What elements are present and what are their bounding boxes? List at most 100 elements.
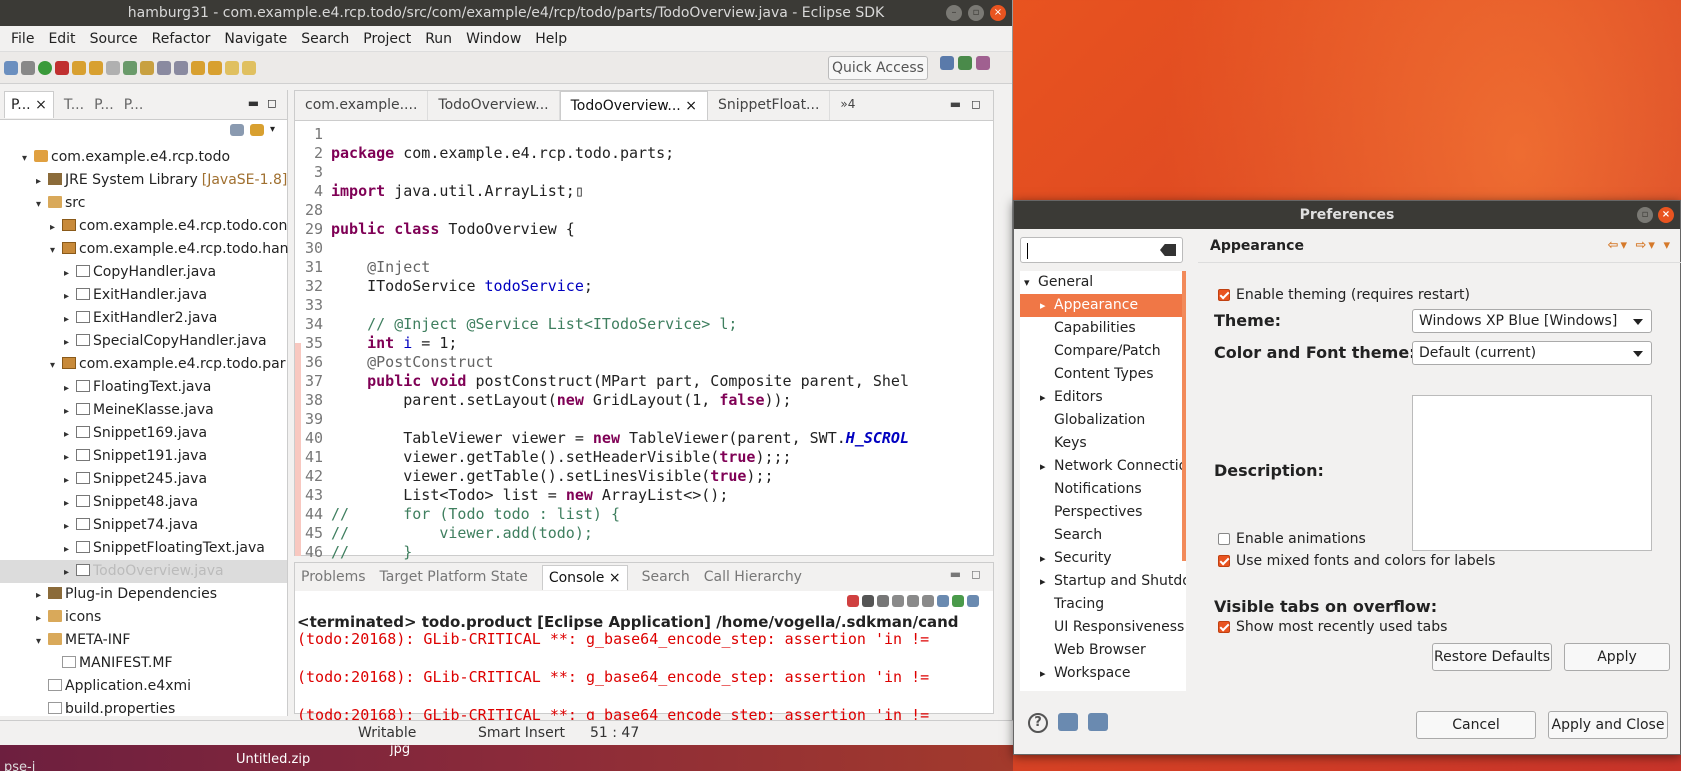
collapsed-arrow-icon[interactable]: ▸	[36, 170, 48, 193]
code-area[interactable]: 1 2 package com.example.e4.rcp.todo.parts…	[295, 121, 993, 562]
tree-item[interactable]: ▾ com.example.e4.rcp.todo	[0, 146, 287, 169]
external-tools-icon[interactable]	[55, 60, 69, 75]
mixed-fonts-checkbox[interactable]: Use mixed fonts and colors for labels	[1218, 553, 1495, 569]
open-folder-icon[interactable]	[89, 60, 103, 75]
tree-item[interactable]: ▾ src	[0, 192, 287, 215]
tree-item[interactable]: build.properties	[0, 698, 287, 721]
tree-item[interactable]: ▾ com.example.e4.rcp.todo.par	[0, 353, 287, 376]
expanded-arrow-icon[interactable]: ▾	[36, 630, 48, 653]
pref-tree-item[interactable]: ▸ Editors	[1020, 386, 1186, 409]
next-annotation-icon[interactable]	[191, 60, 205, 75]
view-menu-icon[interactable]: ▾	[270, 124, 275, 136]
history-nav-icons[interactable]: ⇦▾ ⇨▾ ▾	[1608, 229, 1672, 263]
menu-window[interactable]: Window	[459, 31, 528, 47]
apply-button[interactable]: Apply	[1564, 643, 1670, 671]
expanded-arrow-icon[interactable]: ▾	[50, 354, 62, 377]
pref-tree-item[interactable]: Globalization	[1020, 409, 1186, 432]
tree-item[interactable]: ▸ CopyHandler.java	[0, 261, 287, 284]
pref-tree-item[interactable]: Content Types	[1020, 363, 1186, 386]
pref-tree-item[interactable]: Tracing	[1020, 593, 1186, 616]
pref-tree-item[interactable]: Compare/Patch	[1020, 340, 1186, 363]
collapsed-arrow-icon[interactable]: ▸	[1040, 455, 1054, 478]
maximize-console-icon[interactable]: ◻	[971, 567, 981, 581]
console-output[interactable]: <terminated> todo.product [Eclipse Appli…	[295, 613, 993, 725]
editor-tab-todooverview-1[interactable]: TodoOverview...	[428, 91, 560, 120]
collapsed-arrow-icon[interactable]: ▸	[64, 377, 76, 400]
tab-problems[interactable]: Problems	[301, 569, 366, 585]
expanded-arrow-icon[interactable]: ▾	[22, 147, 34, 170]
tree-item[interactable]: ▸ SpecialCopyHandler.java	[0, 330, 287, 353]
open-console-icon[interactable]	[967, 595, 979, 607]
maximize-icon[interactable]: ▫	[968, 5, 984, 21]
pref-tree-item[interactable]: ▸ Startup and Shutdov	[1020, 570, 1186, 593]
editor-tab-todooverview-active[interactable]: TodoOverview... ×	[559, 91, 708, 120]
tree-item[interactable]: ▸ ExitHandler.java	[0, 284, 287, 307]
tab-console[interactable]: Console ×	[541, 564, 628, 590]
tree-item[interactable]: ▸ TodoOverview.java	[0, 560, 287, 583]
tab-search[interactable]: Search	[642, 569, 690, 585]
editor-tab-manifest[interactable]: com.example....	[295, 91, 429, 120]
collapsed-arrow-icon[interactable]: ▸	[64, 308, 76, 331]
maximize-view-icon[interactable]: ◻	[267, 96, 277, 110]
menu-refactor[interactable]: Refactor	[145, 31, 218, 47]
pref-tree-item[interactable]: Notifications	[1020, 478, 1186, 501]
tree-item[interactable]: ▸ icons	[0, 606, 287, 629]
pref-tree-item[interactable]: Perspectives	[1020, 501, 1186, 524]
close-icon[interactable]: ×	[990, 5, 1006, 21]
annotation-icon[interactable]	[157, 60, 171, 75]
expanded-arrow-icon[interactable]: ▾	[50, 239, 62, 262]
tree-item[interactable]: ▸ Snippet245.java	[0, 468, 287, 491]
tree-item[interactable]: ▸ SnippetFloatingText.java	[0, 537, 287, 560]
collapsed-arrow-icon[interactable]: ▸	[64, 285, 76, 308]
collapsed-arrow-icon[interactable]: ▸	[64, 538, 76, 561]
pref-tree-item[interactable]: UI Responsiveness M	[1020, 616, 1186, 639]
tree-scrollbar[interactable]	[1182, 271, 1186, 561]
cancel-button[interactable]: Cancel	[1416, 711, 1536, 739]
debug-icon[interactable]	[21, 60, 35, 75]
collapsed-arrow-icon[interactable]: ▸	[64, 262, 76, 285]
new-folder-icon[interactable]	[72, 60, 86, 75]
menu-help[interactable]: Help	[528, 31, 574, 47]
toggle-icon[interactable]	[174, 60, 188, 75]
expanded-arrow-icon[interactable]: ▾	[1024, 271, 1038, 294]
forward-icon[interactable]	[242, 60, 256, 75]
collapsed-arrow-icon[interactable]: ▸	[1040, 570, 1054, 593]
collapse-all-icon[interactable]	[229, 124, 244, 136]
display-console-icon[interactable]	[952, 595, 964, 607]
pref-tree-item[interactable]: Search	[1020, 524, 1186, 547]
tree-item[interactable]: MANIFEST.MF	[0, 652, 287, 675]
window-titlebar[interactable]: hamburg31 - com.example.e4.rcp.todo/src/…	[0, 0, 1012, 26]
open-type-icon[interactable]	[123, 60, 137, 75]
menu-edit[interactable]: Edit	[41, 31, 82, 47]
pref-tree-item[interactable]: ▸ Network Connectio	[1020, 455, 1186, 478]
tree-item[interactable]: ▸ Snippet191.java	[0, 445, 287, 468]
collapsed-arrow-icon[interactable]: ▸	[64, 423, 76, 446]
close-icon[interactable]: ×	[1658, 207, 1674, 223]
minimize-view-icon[interactable]: ▬	[248, 96, 259, 110]
collapsed-arrow-icon[interactable]: ▸	[50, 216, 62, 239]
java-perspective-icon[interactable]	[958, 56, 972, 70]
filter-input[interactable]	[1020, 237, 1183, 263]
pref-tree-item[interactable]: ▸ Security	[1020, 547, 1186, 570]
pref-tree-item[interactable]: ▸ Workspace	[1020, 662, 1186, 685]
preferences-titlebar[interactable]: Preferences ▫ ×	[1014, 201, 1680, 229]
terminate-icon[interactable]	[847, 595, 859, 607]
link-editor-icon[interactable]	[249, 124, 264, 136]
menu-project[interactable]: Project	[356, 31, 418, 47]
maximize-editor-icon[interactable]: ◻	[971, 97, 981, 111]
export-icon[interactable]	[1088, 713, 1108, 731]
tree-item[interactable]: ▸ ExitHandler2.java	[0, 307, 287, 330]
tree-item[interactable]: ▸ com.example.e4.rcp.todo.con	[0, 215, 287, 238]
tab-call-hierarchy[interactable]: Call Hierarchy	[704, 569, 802, 585]
desktop-file-zip[interactable]: Untitled.zip	[236, 752, 310, 767]
collapsed-arrow-icon[interactable]: ▸	[64, 331, 76, 354]
color-font-theme-select[interactable]: Default (current)	[1412, 341, 1652, 365]
enable-animations-checkbox[interactable]: Enable animations	[1218, 531, 1366, 547]
back-icon[interactable]	[225, 60, 239, 75]
collapsed-arrow-icon[interactable]: ▸	[36, 584, 48, 607]
editor-tab-snippetfloat[interactable]: SnippetFloat...	[708, 91, 831, 120]
collapsed-arrow-icon[interactable]: ▸	[64, 515, 76, 538]
collapsed-arrow-icon[interactable]: ▸	[1040, 662, 1054, 685]
help-icon[interactable]: ?	[1028, 713, 1048, 733]
tree-item[interactable]: ▸ JRE System Library [JavaSE-1.8]	[0, 169, 287, 192]
